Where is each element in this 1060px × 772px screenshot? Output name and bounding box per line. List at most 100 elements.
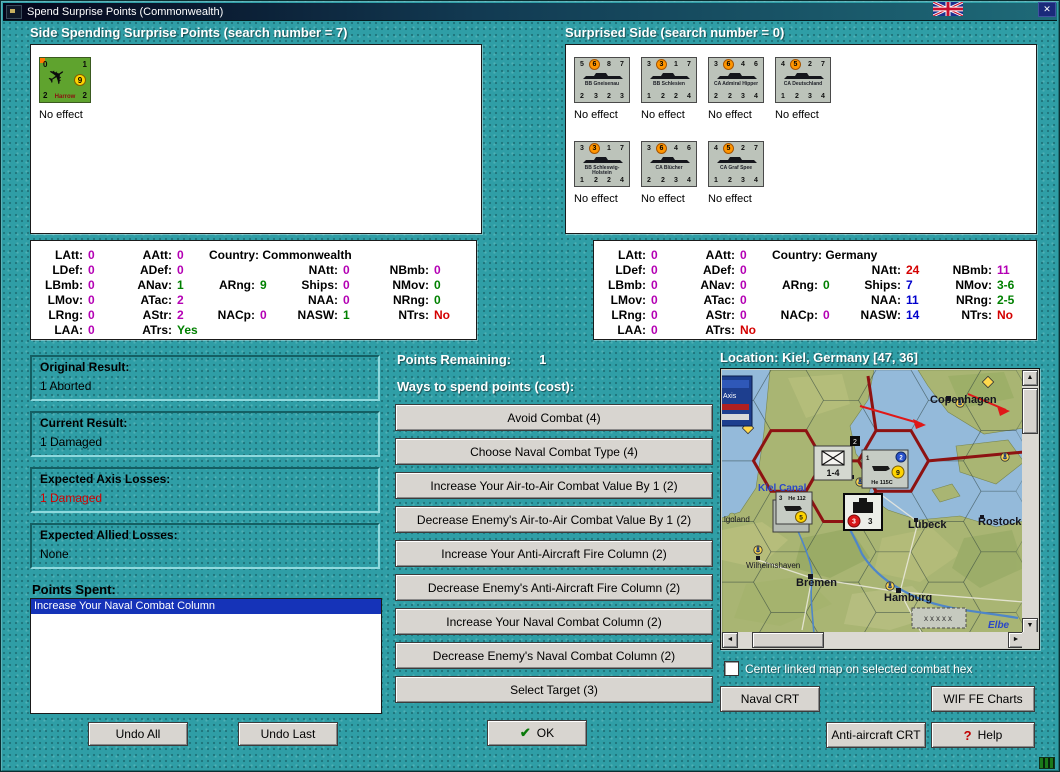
points-spent-label: Points Spent: bbox=[32, 582, 116, 597]
title-bar[interactable]: Spend Surprise Points (Commonwealth) bbox=[3, 3, 1057, 21]
stat: ARng: 9 bbox=[219, 278, 267, 292]
undo-last-button[interactable]: Undo Last bbox=[238, 722, 338, 746]
stat: ADef: 0 bbox=[140, 263, 184, 277]
naval-unit-counter[interactable]: 3 3 1 7 BB Schlesien 1 2 2 4 bbox=[641, 57, 697, 103]
points-remaining: Points Remaining: 1 bbox=[397, 352, 546, 367]
map-counter-division[interactable]: 1-4 bbox=[813, 445, 853, 481]
naval-unit-cell: 4 5 2 7 CA Deutschland 1 2 3 4 No effect bbox=[775, 57, 831, 121]
naval-unit-counter[interactable]: 3 3 1 7 BB Schleswig-Holstein 1 2 2 4 bbox=[574, 141, 630, 187]
surprise-rating-badge: 6 bbox=[589, 59, 600, 70]
stat: AAtt: 0 bbox=[142, 248, 184, 262]
spend-point-button[interactable]: Decrease Enemy's Air-to-Air Combat Value… bbox=[395, 506, 713, 533]
naval-unit-counter[interactable]: 3 6 4 6 CA Admiral Hipper 2 2 3 4 bbox=[708, 57, 764, 103]
naval-unit-cell: 3 3 1 7 BB Schlesien 1 2 2 4 No effect bbox=[641, 57, 697, 121]
map-vertical-scrollbar[interactable]: ▲ ▼ bbox=[1022, 370, 1038, 634]
ship-silhouette-icon bbox=[650, 157, 690, 163]
naval-unit-cell: 3 6 4 6 CA Admiral Hipper 2 2 3 4 No eff… bbox=[708, 57, 764, 121]
naval-unit-counter[interactable]: 5 6 8 7 BB Gneisenau 2 3 2 3 bbox=[574, 57, 630, 103]
ok-button[interactable]: ✔ OK bbox=[487, 720, 587, 746]
horizontal-scroll-thumb[interactable] bbox=[752, 632, 824, 648]
unit-name: BB Schlesien bbox=[653, 81, 685, 87]
close-button[interactable]: ✕ bbox=[1038, 2, 1056, 17]
map-counter-he112[interactable]: 3 He 112 5 bbox=[772, 491, 813, 533]
map-viewport[interactable]: Copenhagen Kiel Canal Lübeck Rostock Wil… bbox=[722, 370, 1024, 634]
effect-label: No effect bbox=[574, 193, 618, 205]
stat: NTrs: No bbox=[398, 308, 450, 322]
spend-point-button[interactable]: Decrease Enemy's Anti-Aircraft Fire Colu… bbox=[395, 574, 713, 601]
stat: NAA: 11 bbox=[871, 293, 919, 307]
naval-crt-button[interactable]: Naval CRT bbox=[720, 686, 820, 712]
spend-point-button[interactable]: Avoid Combat (4) bbox=[395, 404, 713, 431]
svg-text:1-4: 1-4 bbox=[826, 468, 839, 478]
map-canvas[interactable]: Copenhagen Kiel Canal Lübeck Rostock Wil… bbox=[722, 370, 1024, 634]
stat: LAtt: 0 bbox=[618, 248, 658, 262]
unit-name: BB Schleswig-Holstein bbox=[584, 165, 620, 176]
result-title: Expected Axis Losses: bbox=[40, 472, 171, 486]
air-rating-badge: 9 bbox=[74, 74, 86, 86]
army-group-box: xxxxx bbox=[911, 607, 967, 629]
scroll-up-icon[interactable]: ▲ bbox=[1022, 370, 1038, 386]
map-counter-naval[interactable]: 3 3 bbox=[843, 493, 883, 531]
spend-point-button[interactable]: Decrease Enemy's Naval Combat Column (2) bbox=[395, 642, 713, 669]
svg-text:Wilhelmshaven: Wilhelmshaven bbox=[746, 561, 800, 570]
surprise-rating-badge: 3 bbox=[589, 143, 600, 154]
stat: LDef: 0 bbox=[52, 263, 95, 277]
ship-silhouette-icon bbox=[650, 73, 690, 79]
stat bbox=[857, 248, 919, 263]
spend-surprise-points-dialog: Spend Surprise Points (Commonwealth) ✕ S… bbox=[0, 0, 1060, 772]
stat bbox=[946, 248, 1014, 263]
check-icon: ✔ bbox=[519, 725, 531, 740]
stat: ATac: 2 bbox=[140, 293, 184, 307]
svg-text:Elbe: Elbe bbox=[988, 620, 1010, 631]
commonwealth-stats-panel: Country: Commonwealth LAtt: 0 LDef: 0 LBmb: 0… bbox=[30, 240, 477, 340]
help-button[interactable]: ? Help bbox=[931, 722, 1035, 748]
svg-text:3: 3 bbox=[852, 519, 856, 526]
help-icon: ? bbox=[963, 727, 972, 743]
air-unit-counter[interactable]: 0 1 ✈ 9 2 Harrow 2 bbox=[39, 57, 91, 103]
map-counter-he115c[interactable]: 1 2 9 He 115C bbox=[861, 449, 909, 489]
spending-units-panel: 0 1 ✈ 9 2 Harrow 2 No effect bbox=[30, 44, 482, 234]
naval-unit-counter[interactable]: 4 5 2 7 CA Deutschland 1 2 3 4 bbox=[775, 57, 831, 103]
stats-column: AAtt: 0 ADef: 0 ANav: 1 ATac: 2 AStr: 2 ATrs: Yes bbox=[128, 248, 197, 338]
points-remaining-value: 1 bbox=[539, 352, 547, 367]
center-map-checkbox[interactable] bbox=[724, 661, 739, 676]
undo-all-button[interactable]: Undo All bbox=[88, 722, 188, 746]
ship-silhouette-icon bbox=[583, 157, 623, 163]
points-spent-listbox[interactable]: Increase Your Naval Combat Column bbox=[30, 598, 382, 714]
center-map-option: Center linked map on selected combat hex bbox=[724, 661, 972, 676]
spend-point-button[interactable]: Select Target (3) bbox=[395, 676, 713, 703]
naval-unit-counter[interactable]: 4 5 2 7 CA Graf Spee 1 2 3 4 bbox=[708, 141, 764, 187]
effect-label: No effect bbox=[39, 109, 83, 121]
result-box: Original Result: 1 Aborted bbox=[30, 355, 380, 401]
stat: NBmb: 11 bbox=[952, 263, 1010, 277]
wif-fe-charts-button[interactable]: WIF FE Charts bbox=[931, 686, 1035, 712]
points-spent-item-selected[interactable]: Increase Your Naval Combat Column bbox=[31, 599, 381, 614]
spending-side-header: Side Spending Surprise Points (search nu… bbox=[30, 25, 348, 40]
naval-unit-counter[interactable]: 3 6 4 6 CA Blücher 2 2 3 4 bbox=[641, 141, 697, 187]
results-column: Original Result: 1 Aborted Current Resul… bbox=[30, 355, 380, 579]
spend-point-button[interactable]: Increase Your Air-to-Air Combat Value By… bbox=[395, 472, 713, 499]
surprise-rating-badge: 5 bbox=[790, 59, 801, 70]
map-horizontal-scrollbar[interactable]: ◄ ► bbox=[722, 632, 1024, 648]
anti-aircraft-crt-button[interactable]: Anti-aircraft CRT bbox=[826, 722, 926, 748]
stat: NMov: 3-6 bbox=[955, 278, 1015, 292]
result-value: None bbox=[40, 547, 69, 561]
spend-point-button[interactable]: Choose Naval Combat Type (4) bbox=[395, 438, 713, 465]
stat bbox=[857, 323, 919, 338]
stat: ANav: 1 bbox=[137, 278, 184, 292]
stat: LMov: 0 bbox=[47, 293, 95, 307]
germany-stats-panel: Country: Germany LAtt: 0 LDef: 0 LBmb: 0 LMov:… bbox=[593, 240, 1037, 340]
stat: NTrs: No bbox=[961, 308, 1013, 322]
spend-point-button[interactable]: Increase Your Naval Combat Column (2) bbox=[395, 608, 713, 635]
stat: ATrs: No bbox=[705, 323, 756, 337]
naval-unit-cell: 5 6 8 7 BB Gneisenau 2 3 2 3 No effect bbox=[574, 57, 630, 121]
stat: NACp: 0 bbox=[780, 308, 830, 322]
scroll-left-icon[interactable]: ◄ bbox=[722, 632, 738, 648]
ship-silhouette-icon bbox=[784, 73, 824, 79]
spend-point-button[interactable]: Increase Your Anti-Aircraft Fire Column … bbox=[395, 540, 713, 567]
vertical-scroll-thumb[interactable] bbox=[1022, 388, 1038, 434]
effect-label: No effect bbox=[708, 109, 752, 121]
surprise-rating-badge: 6 bbox=[723, 59, 734, 70]
result-box: Current Result: 1 Damaged bbox=[30, 411, 380, 457]
stats-column: ARng: 0 NACp: 0 bbox=[772, 248, 830, 338]
